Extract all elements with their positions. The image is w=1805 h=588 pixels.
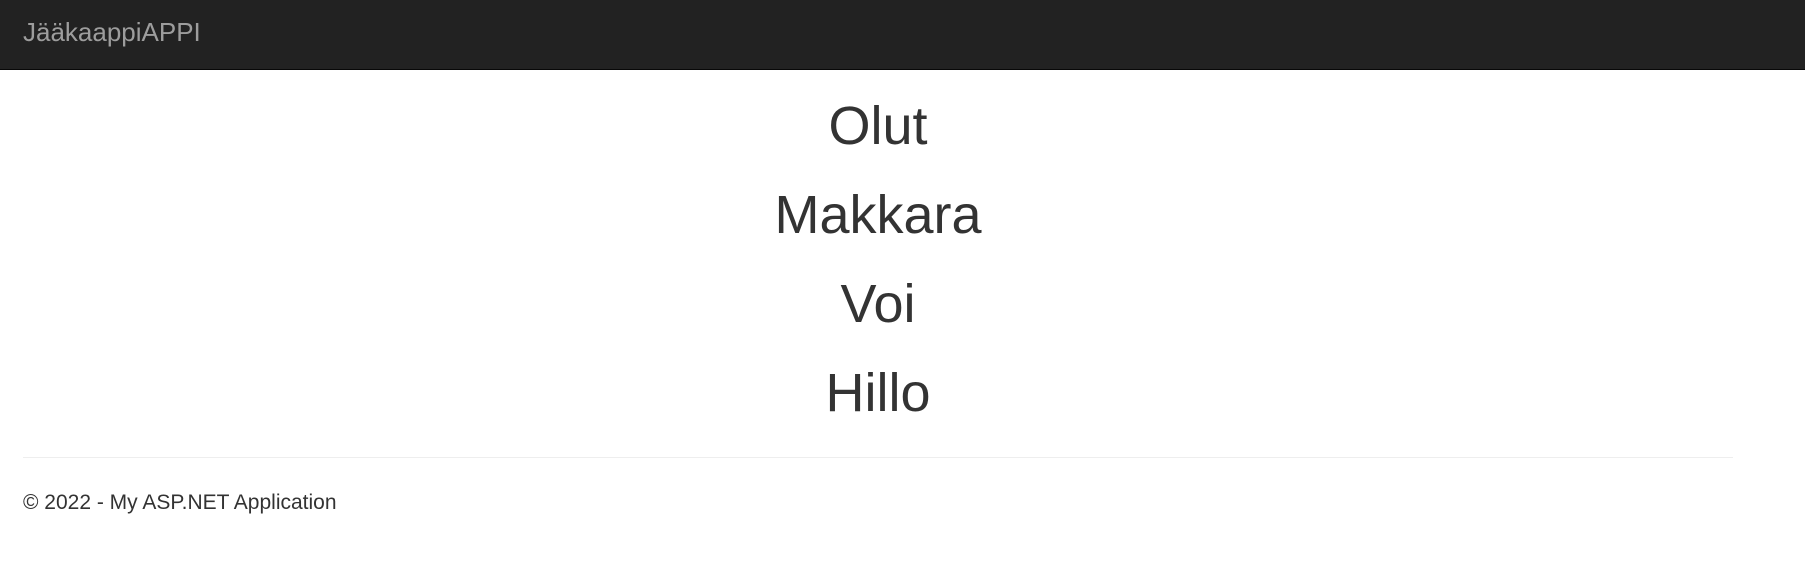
brand-link[interactable]: JääkaappiAPPI <box>23 0 201 70</box>
footer-divider <box>23 457 1733 458</box>
list-item: Olut <box>828 96 928 156</box>
main-content: Olut Makkara Voi Hillo <box>23 70 1733 426</box>
list-item: Makkara <box>774 185 982 245</box>
list-item: Voi <box>840 274 916 334</box>
list-item: Hillo <box>825 363 931 423</box>
item-list: Olut Makkara Voi Hillo <box>23 70 1733 426</box>
footer-copyright: © 2022 - My ASP.NET Application <box>23 491 337 514</box>
top-navbar: JääkaappiAPPI <box>0 0 1805 70</box>
